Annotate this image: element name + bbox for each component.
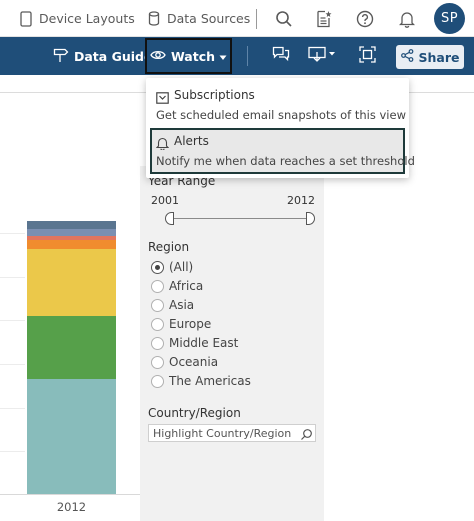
toolbar-divider [247,46,248,66]
year-range-max: 2012 [287,194,315,207]
data-sources-label: Data Sources [167,11,251,26]
eye-icon [150,49,166,64]
region-option-label: Oceania [169,355,219,369]
alerts-description: Notify me when data reaches a set thresh… [156,154,415,168]
year-range-min: 2001 [151,194,179,207]
country-search-field [148,424,316,442]
gridline [0,364,25,365]
fullscreen-button[interactable] [355,37,379,75]
data-sources-button[interactable]: Data Sources [148,0,250,37]
region-filter-title: Region [148,240,190,254]
device-layouts-label: Device Layouts [39,11,135,26]
help-button[interactable] [356,0,374,37]
share-icon [400,49,414,65]
bar-segment[interactable] [27,221,116,229]
document-star-icon [316,10,332,28]
user-avatar[interactable]: SP [434,3,465,34]
share-label: Share [418,49,460,65]
tableau-view: Device Layouts Data Sources SP Data Guid… [0,0,474,521]
gridline [0,233,25,234]
top-bar: Device Layouts Data Sources SP [0,0,474,37]
toolbar-divider [256,9,257,29]
radio-icon [151,279,164,293]
gridline [0,277,25,278]
help-icon [356,10,374,28]
signpost-icon [53,47,69,66]
tablet-icon [20,10,32,27]
search-icon[interactable] [300,426,313,445]
region-option-middle-east[interactable]: Middle East [151,335,238,351]
radio-icon [151,374,164,388]
subscriptions-menu-item[interactable]: Subscriptions Get scheduled email snapsh… [150,82,406,128]
notifications-button[interactable] [399,0,415,37]
x-axis [0,494,140,495]
radio-icon [151,355,164,369]
caret-down-icon [219,49,227,64]
gridline [0,320,25,321]
database-icon [148,11,160,26]
search-button[interactable] [275,0,293,37]
watch-label: Watch [170,48,216,64]
subscriptions-description: Get scheduled email snapshots of this vi… [156,108,406,122]
year-range-min-handle[interactable] [165,212,174,225]
watch-button[interactable]: Watch [145,38,232,74]
data-guide-button[interactable]: Data Guide [53,37,152,75]
alerts-menu-item[interactable]: Alerts Notify me when data reaches a set… [150,128,415,174]
region-option-label: Europe [169,317,212,331]
region-option-label: (All) [169,260,194,274]
region-option-label: Middle East [169,336,239,350]
search-icon [275,10,293,28]
year-range-slider-track [168,218,310,219]
region-option-label: Asia [169,298,195,312]
download-icon [308,46,336,66]
share-button[interactable]: Share [396,45,464,69]
bell-icon [155,135,170,154]
notes-button[interactable] [316,0,332,37]
subscriptions-title: Subscriptions [174,88,255,102]
subscription-icon [156,89,169,108]
region-option-asia[interactable]: Asia [151,297,194,313]
region-option-europe[interactable]: Europe [151,316,211,332]
bell-icon [399,10,415,28]
watch-menu: Subscriptions Get scheduled email snapsh… [146,78,415,178]
bar-segment[interactable] [27,316,116,379]
radio-selected-icon [151,260,164,274]
bar-segment[interactable] [27,240,116,249]
alerts-title: Alerts [174,134,209,148]
country-filter-title: Country/Region [148,406,241,420]
region-option-all[interactable]: (All) [151,259,193,275]
device-layouts-button[interactable]: Device Layouts [20,0,135,37]
region-option-label: Africa [169,279,204,293]
bar-segment[interactable] [27,379,116,494]
region-option-oceania[interactable]: Oceania [151,354,218,370]
x-tick-label: 2012 [56,500,87,514]
comments-button[interactable] [268,37,294,75]
bar-segment[interactable] [27,229,116,236]
region-option-the-americas[interactable]: The Americas [151,373,251,389]
data-guide-label: Data Guide [74,48,153,64]
region-option-africa[interactable]: Africa [151,278,203,294]
bar-segment[interactable] [27,236,116,240]
comments-icon [272,46,290,67]
bar-segment[interactable] [27,249,116,316]
gridline [0,408,25,409]
fullscreen-icon [358,45,376,67]
download-button[interactable] [305,37,339,75]
radio-icon [151,298,164,312]
radio-icon [151,317,164,331]
region-option-label: The Americas [169,374,251,388]
country-search-input[interactable] [149,425,297,441]
radio-icon [151,336,164,350]
gridline [0,451,25,452]
